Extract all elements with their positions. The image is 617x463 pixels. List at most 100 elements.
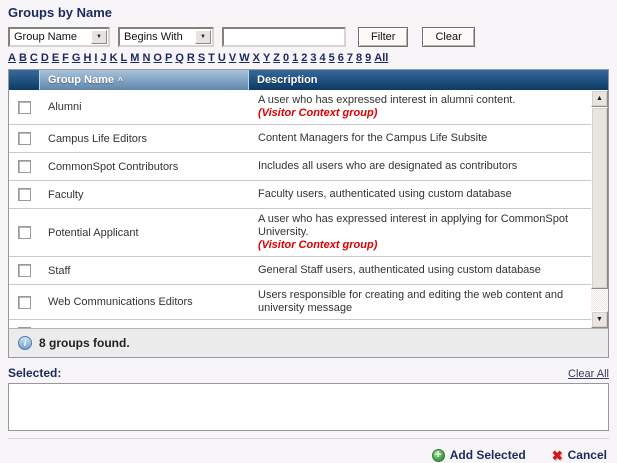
group-description-cell: Content Managers for the Campus Life Sub… — [249, 125, 591, 152]
row-checkbox[interactable] — [18, 226, 31, 239]
group-name-cell — [39, 320, 249, 328]
group-name-cell: Staff — [39, 257, 249, 284]
search-input[interactable] — [222, 27, 346, 47]
row-checkbox[interactable] — [18, 132, 31, 145]
operator-select-value: Begins With — [120, 31, 186, 43]
alphabet-link-O[interactable]: O — [153, 52, 162, 64]
alphabet-link-0[interactable]: 0 — [283, 52, 289, 64]
footer-actions: + Add Selected ✖ Cancel — [8, 438, 609, 462]
group-description-text: Content Managers for the Campus Life Sub… — [258, 132, 585, 145]
scroll-down-button[interactable]: ▼ — [591, 311, 608, 328]
groups-by-name-dialog: Groups by Name Group Name ▼ Begins With … — [0, 0, 617, 462]
group-name-cell: Faculty — [39, 181, 249, 208]
row-checkbox[interactable] — [18, 327, 31, 328]
scroll-thumb[interactable] — [591, 107, 608, 289]
info-icon: i — [18, 336, 32, 350]
alphabet-link-V[interactable]: V — [229, 52, 236, 64]
alphabet-link-4[interactable]: 4 — [320, 52, 326, 64]
table-row: Staff General Staff users, authenticated… — [9, 257, 591, 285]
row-checkbox[interactable] — [18, 296, 31, 309]
alphabet-link-A[interactable]: A — [8, 52, 16, 64]
table-row: Web Communications Editors Users respons… — [9, 285, 591, 320]
alphabet-link-W[interactable]: W — [239, 52, 249, 64]
filter-button[interactable]: Filter — [358, 27, 408, 47]
group-description-text: A user who has expressed interest in app… — [258, 213, 585, 239]
sort-ascending-icon: ^ — [118, 76, 123, 85]
cancel-x-icon: ✖ — [552, 449, 563, 462]
alphabet-link-2[interactable]: 2 — [301, 52, 307, 64]
row-checkbox[interactable] — [18, 160, 31, 173]
alphabet-link-B[interactable]: B — [19, 52, 27, 64]
alphabet-link-K[interactable]: K — [110, 52, 118, 64]
scroll-up-button[interactable]: ▲ — [591, 90, 608, 107]
alphabet-link-All[interactable]: All — [374, 52, 388, 64]
alphabet-link-R[interactable]: R — [187, 52, 195, 64]
alphabet-link-T[interactable]: T — [208, 52, 215, 64]
group-description-cell: Faculty users, authenticated using custo… — [249, 181, 591, 208]
row-checkbox[interactable] — [18, 264, 31, 277]
alphabet-link-P[interactable]: P — [165, 52, 172, 64]
row-checkbox-cell — [9, 320, 39, 328]
clear-all-link[interactable]: Clear All — [568, 368, 609, 380]
row-checkbox-cell — [9, 257, 39, 284]
clear-button[interactable]: Clear — [422, 27, 474, 47]
filter-bar: Group Name ▼ Begins With ▼ Filter Clear — [8, 26, 609, 48]
add-selected-button[interactable]: + Add Selected — [432, 448, 526, 462]
status-text: 8 groups found. — [39, 336, 130, 350]
group-name-cell: Alumni — [39, 90, 249, 124]
alphabet-link-6[interactable]: 6 — [338, 52, 344, 64]
selected-list — [8, 383, 609, 431]
alphabet-link-Q[interactable]: Q — [175, 52, 184, 64]
checkbox-column-header — [9, 70, 39, 90]
alphabet-link-S[interactable]: S — [198, 52, 205, 64]
alphabet-link-D[interactable]: D — [41, 52, 49, 64]
operator-select[interactable]: Begins With ▼ — [118, 27, 214, 47]
alphabet-link-L[interactable]: L — [121, 52, 128, 64]
column-header-description[interactable]: Description — [249, 70, 608, 90]
row-checkbox[interactable] — [18, 101, 31, 114]
alphabet-link-X[interactable]: X — [253, 52, 260, 64]
alphabet-link-G[interactable]: G — [72, 52, 81, 64]
alphabet-link-M[interactable]: M — [130, 52, 139, 64]
scroll-track[interactable] — [591, 289, 608, 311]
row-checkbox-cell — [9, 209, 39, 256]
alphabet-link-N[interactable]: N — [142, 52, 150, 64]
chevron-down-icon: ▼ — [91, 30, 107, 44]
field-select-value: Group Name — [10, 31, 80, 43]
status-bar: i 8 groups found. — [9, 328, 608, 357]
groups-table: Group Name ^ Description Alumni A user w… — [8, 69, 609, 358]
alphabet-link-I[interactable]: I — [94, 52, 97, 64]
row-checkbox-cell — [9, 285, 39, 319]
visitor-context-note: (Visitor Context group) — [258, 239, 585, 252]
row-checkbox-cell — [9, 90, 39, 124]
field-select[interactable]: Group Name ▼ — [8, 27, 110, 47]
scrollbar[interactable]: ▲ ▼ — [591, 90, 608, 328]
alphabet-link-Y[interactable]: Y — [263, 52, 270, 64]
table-body: Alumni A user who has expressed interest… — [9, 90, 591, 328]
alphabet-link-H[interactable]: H — [83, 52, 91, 64]
cancel-button[interactable]: ✖ Cancel — [552, 448, 607, 462]
table-row: Users responsible for the quality of con… — [9, 320, 591, 328]
alphabet-link-Z[interactable]: Z — [273, 52, 280, 64]
group-description-text: Faculty users, authenticated using custo… — [258, 188, 585, 201]
group-description-text: A user who has expressed interest in alu… — [258, 94, 585, 107]
visitor-context-note: (Visitor Context group) — [258, 107, 585, 120]
alphabet-link-3[interactable]: 3 — [310, 52, 316, 64]
group-name-cell: Campus Life Editors — [39, 125, 249, 152]
alphabet-link-U[interactable]: U — [218, 52, 226, 64]
alphabet-link-9[interactable]: 9 — [365, 52, 371, 64]
add-selected-label: Add Selected — [450, 448, 526, 462]
alphabet-link-7[interactable]: 7 — [347, 52, 353, 64]
selected-header: Selected: Clear All — [8, 366, 609, 380]
alphabet-link-J[interactable]: J — [100, 52, 106, 64]
alphabet-link-8[interactable]: 8 — [356, 52, 362, 64]
column-header-group-name[interactable]: Group Name ^ — [39, 70, 249, 90]
group-description-cell: Includes all users who are designated as… — [249, 153, 591, 180]
row-checkbox[interactable] — [18, 188, 31, 201]
alphabet-link-1[interactable]: 1 — [292, 52, 298, 64]
alphabet-link-F[interactable]: F — [62, 52, 69, 64]
alphabet-link-5[interactable]: 5 — [329, 52, 335, 64]
alphabet-link-C[interactable]: C — [30, 52, 38, 64]
alphabet-link-E[interactable]: E — [52, 52, 59, 64]
selected-label: Selected: — [8, 366, 61, 380]
